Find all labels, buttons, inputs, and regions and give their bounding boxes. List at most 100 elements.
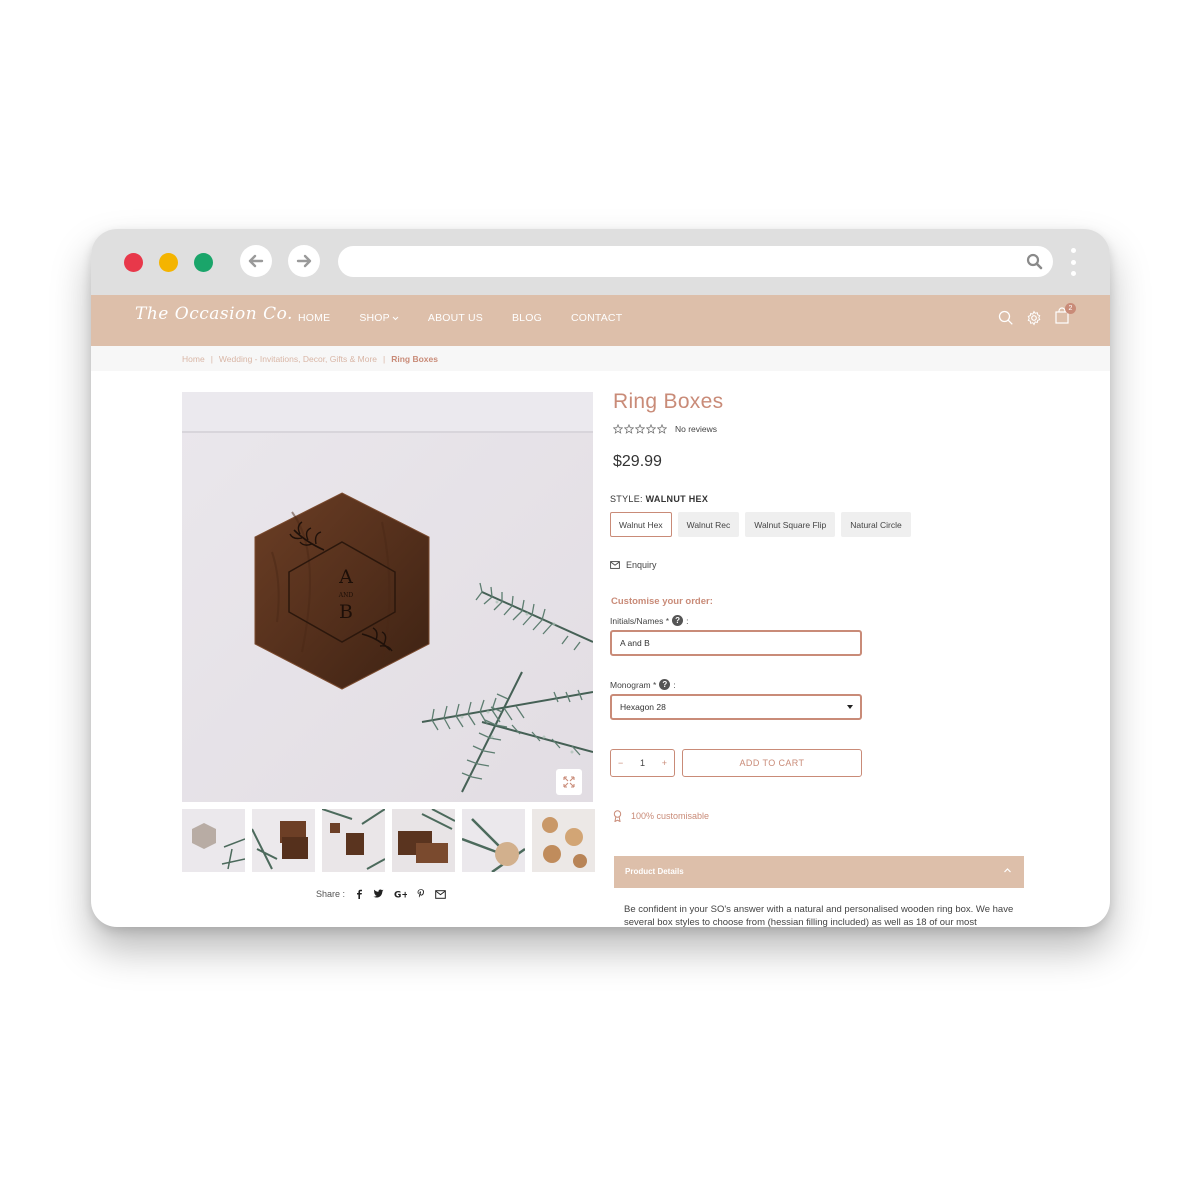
thumbnail[interactable] [252,809,315,872]
breadcrumb-separator: | [383,354,386,364]
star-icon [635,424,645,434]
breadcrumb: Home | Wedding - Invitations, Decor, Gif… [182,354,438,364]
product-description: Be confident in your SO's answer with a … [624,904,1014,927]
customisable-note: 100% customisable [613,810,709,822]
breadcrumb-home[interactable]: Home [182,354,205,364]
enquiry-label: Enquiry [626,560,657,570]
menu-blog[interactable]: BLOG [512,312,542,324]
reviews-link[interactable]: No reviews [675,424,717,434]
label-colon: : [686,615,689,626]
option-walnut-hex[interactable]: Walnut Hex [610,512,672,537]
browser-chrome [91,229,1110,295]
address-bar[interactable] [338,246,1053,277]
option-walnut-rec[interactable]: Walnut Rec [677,512,740,537]
envelope-icon [610,561,620,569]
menu-contact[interactable]: CONTACT [571,312,622,324]
site-header: The Occasion Co. HOME SHOP ABOUT US BLOG… [91,295,1110,346]
share-label: Share : [316,889,346,899]
award-icon [613,810,622,822]
chevron-down-icon [392,316,399,320]
product-price: $29.99 [613,453,662,470]
menu-home[interactable]: HOME [298,312,330,324]
menu-shop-label: SHOP [359,312,390,324]
main-menu: HOME SHOP ABOUT US BLOG CONTACT [298,312,622,324]
style-selected-value: WALNUT HEX [645,494,709,504]
chevron-up-icon [1004,868,1011,873]
search-icon[interactable] [998,310,1014,326]
monogram-select-value: Hexagon 28 [620,702,666,712]
minimize-window-dot[interactable] [159,253,178,272]
product-thumbnails [182,809,595,872]
arrow-left-icon [248,254,264,268]
option-walnut-square-flip[interactable]: Walnut Square Flip [745,512,836,537]
maximize-window-dot[interactable] [194,253,213,272]
help-icon[interactable]: ? [659,679,671,690]
search-icon[interactable] [1026,253,1043,270]
email-icon[interactable] [435,889,446,899]
star-icon [624,424,634,434]
header-icons: 2 [998,303,1076,329]
product-main-image[interactable]: A AND B [182,392,593,802]
google-plus-icon[interactable]: G+ [394,889,407,900]
cart-button[interactable]: 2 [1054,303,1076,329]
label-colon: : [673,679,676,690]
style-label: STYLE: WALNUT HEX [610,494,708,504]
breadcrumb-current: Ring Boxes [391,354,438,364]
menu-shop[interactable]: SHOP [359,312,399,324]
product-details-title: Product Details [625,867,684,876]
breadcrumb-bar: Home | Wedding - Invitations, Decor, Gif… [91,346,1110,371]
customise-title: Customise your order: [611,596,713,607]
style-label-text: STYLE: [610,494,643,504]
facebook-icon[interactable] [355,889,363,899]
quantity-increase-button[interactable]: + [662,758,667,768]
star-icon [657,424,667,434]
star-icon [646,424,656,434]
close-window-dot[interactable] [124,253,143,272]
monogram-label-text: Monogram * [610,679,657,690]
breadcrumb-category[interactable]: Wedding - Invitations, Decor, Gifts & Mo… [219,354,377,364]
monogram-select[interactable]: Hexagon 28 [610,694,862,720]
arrow-right-icon [296,254,312,268]
breadcrumb-separator: | [210,354,213,364]
browser-menu-icon[interactable] [1070,248,1076,276]
enquiry-link[interactable]: Enquiry [610,560,657,570]
site-logo[interactable]: The Occasion Co. [135,304,293,324]
expand-image-button[interactable] [556,769,582,795]
twitter-icon[interactable] [373,889,384,899]
cart-count-badge: 2 [1065,303,1076,314]
add-to-cart-button[interactable]: ADD TO CART [682,749,862,777]
help-icon[interactable]: ? [672,615,684,626]
menu-about[interactable]: ABOUT US [428,312,483,324]
share-bar: Share : G+ [316,889,446,899]
product-title: Ring Boxes [613,390,724,413]
initials-label: Initials/Names * ? : [610,615,688,626]
ring-box-photo: A AND B [182,392,593,802]
box-initial-bottom: B [339,601,353,623]
monogram-label: Monogram * ? : [610,679,676,690]
product-details-accordion[interactable]: Product Details [614,856,1024,888]
rating-stars: No reviews [613,424,717,434]
thumbnail[interactable] [392,809,455,872]
customisable-label: 100% customisable [631,811,710,821]
caret-down-icon [847,705,853,709]
initials-input[interactable]: A and B [610,630,862,656]
browser-window: The Occasion Co. HOME SHOP ABOUT US BLOG… [91,229,1110,927]
gear-icon[interactable] [1026,310,1042,326]
thumbnail[interactable] [462,809,525,872]
thumbnail[interactable] [532,809,595,872]
back-button[interactable] [240,245,272,277]
forward-button[interactable] [288,245,320,277]
box-initial-middle: AND [338,592,354,599]
quantity-value[interactable]: 1 [640,758,645,768]
quantity-stepper: − 1 + [610,749,675,777]
svg-text:G+: G+ [394,891,407,900]
initials-label-text: Initials/Names * [610,615,670,626]
box-initial-top: A [338,566,353,588]
quantity-decrease-button[interactable]: − [618,758,623,768]
option-natural-circle[interactable]: Natural Circle [841,512,911,537]
style-options: Walnut Hex Walnut Rec Walnut Square Flip… [610,512,911,537]
thumbnail[interactable] [182,809,245,872]
expand-icon [563,776,575,788]
pinterest-icon[interactable] [417,889,425,899]
thumbnail[interactable] [322,809,385,872]
